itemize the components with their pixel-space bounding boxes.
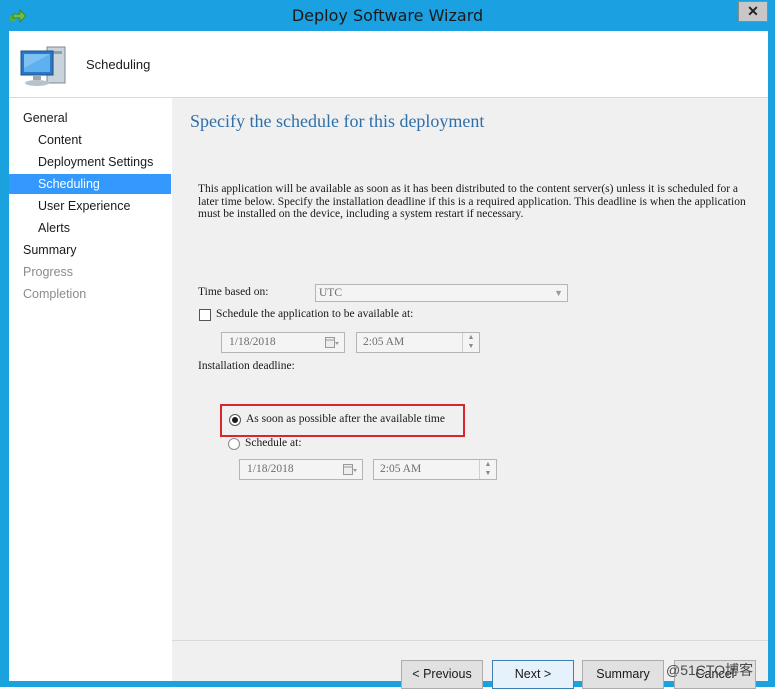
title-bar[interactable]: Deploy Software Wizard ✕ [1, 1, 774, 31]
window-title: Deploy Software Wizard [291, 6, 484, 25]
time-based-dropdown[interactable]: UTC ▼ [315, 284, 568, 302]
spin-up-icon[interactable]: ▲ [463, 333, 479, 342]
spin-down-icon[interactable]: ▼ [463, 342, 479, 351]
button-separator [172, 640, 768, 641]
next-button[interactable]: Next > [492, 660, 574, 689]
description-text: This application will be available as so… [198, 183, 746, 220]
schedule-available-label: Schedule the application to be available… [216, 308, 414, 320]
spin-up-icon[interactable]: ▲ [480, 460, 496, 469]
wizard-window: Deploy Software Wizard ✕ Scheduling Gene… [0, 0, 775, 689]
installation-deadline-label: Installation deadline: [198, 360, 295, 372]
computer-icon [20, 46, 66, 86]
nav-item-alerts[interactable]: Alerts [38, 218, 70, 238]
nav-item-completion: Completion [23, 287, 87, 301]
chevron-down-icon: ▼ [554, 288, 563, 298]
watermark: @51CTO博客 [666, 662, 754, 678]
asap-label: As soon as possible after the available … [246, 413, 445, 425]
wizard-nav: General Content Deployment Settings Sche… [9, 98, 171, 681]
time-based-value: UTC [319, 287, 342, 299]
deadline-time-picker[interactable]: 2:05 AM ▲ ▼ [373, 459, 497, 480]
deadline-date-value: 1/18/2018 [247, 463, 294, 475]
deadline-time-value: 2:05 AM [380, 463, 422, 475]
available-date-value: 1/18/2018 [229, 336, 276, 348]
available-time-spinner[interactable]: ▲ ▼ [462, 333, 479, 352]
schedule-at-radio[interactable] [228, 438, 240, 450]
available-time-value: 2:05 AM [363, 336, 405, 348]
time-based-label: Time based on: [198, 286, 269, 298]
close-button[interactable]: ✕ [738, 1, 768, 22]
nav-item-user-experience[interactable]: User Experience [38, 196, 130, 216]
deadline-time-spinner[interactable]: ▲ ▼ [479, 460, 496, 479]
calendar-icon [325, 337, 339, 348]
nav-item-progress: Progress [23, 265, 74, 279]
previous-button[interactable]: < Previous [401, 660, 483, 689]
available-date-picker[interactable]: 1/18/2018 [221, 332, 345, 353]
schedule-available-checkbox[interactable] [199, 309, 211, 321]
wizard-header: Scheduling [9, 31, 768, 98]
summary-button[interactable]: Summary [582, 660, 664, 689]
spin-down-icon[interactable]: ▼ [480, 469, 496, 478]
deadline-date-picker[interactable]: 1/18/2018 [239, 459, 363, 480]
main-panel: Specify the schedule for this deployment… [172, 98, 768, 689]
schedule-at-label: Schedule at: [245, 437, 302, 449]
nav-item-content[interactable]: Content [38, 130, 82, 150]
nav-item-scheduling[interactable]: Scheduling [9, 174, 171, 194]
page-title: Scheduling [86, 57, 151, 72]
calendar-icon [343, 464, 357, 475]
nav-item-summary[interactable]: Summary [23, 240, 76, 260]
nav-item-general[interactable]: General [23, 108, 67, 128]
asap-radio[interactable] [229, 414, 241, 426]
available-time-picker[interactable]: 2:05 AM ▲ ▼ [356, 332, 480, 353]
section-heading: Specify the schedule for this deployment [190, 111, 485, 131]
nav-item-deployment-settings[interactable]: Deployment Settings [38, 152, 153, 172]
wizard-client-area: Scheduling General Content Deployment Se… [9, 31, 768, 689]
